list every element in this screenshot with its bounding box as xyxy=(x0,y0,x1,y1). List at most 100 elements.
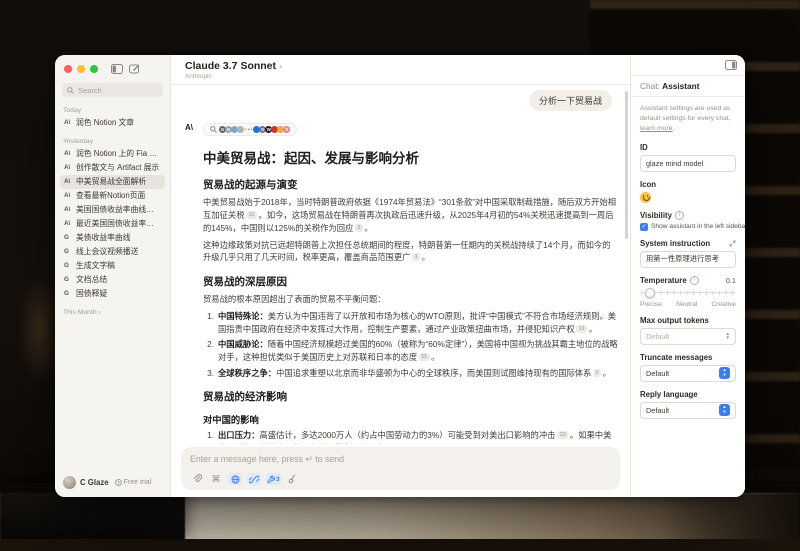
clear-conversation-icon[interactable] xyxy=(286,473,300,485)
visibility-checkbox-row[interactable]: ✓ Show assistant in the left sidebar xyxy=(640,223,736,231)
window-controls xyxy=(55,55,170,74)
list-item-number: 3. xyxy=(203,367,214,380)
account-row[interactable]: C Glaze Free trial xyxy=(55,470,170,497)
select-stepper-icon[interactable]: ▲▼ xyxy=(719,367,730,379)
toggle-sidebar-icon[interactable] xyxy=(111,64,123,74)
model-selector[interactable]: Claude 3.7 Sonnet › xyxy=(185,60,616,72)
settings-description: Assistant settings are used as default s… xyxy=(640,104,736,135)
message-list[interactable]: 分析一下贸易战 A\ GG•••GWft 中美贸易战：起因、发展与影响分析贸易战… xyxy=(171,85,630,444)
panel-header xyxy=(631,55,745,76)
tools-count-badge[interactable]: 3 xyxy=(266,473,281,485)
expand-icon[interactable] xyxy=(729,240,736,247)
assistant-label: Assistant xyxy=(662,81,699,91)
minimize-window-button[interactable] xyxy=(77,65,85,73)
text-run: 贸易战的根本原因超出了表面的贸易不平衡问题： xyxy=(203,294,386,304)
section-heading: 贸易战的经济影响 xyxy=(203,389,618,404)
sidebar-item-label: 润色 Notion 文章 xyxy=(76,118,134,128)
app-window: Search TodayA\润色 Notion 文章YesterdayA\润色 … xyxy=(55,55,745,497)
close-window-button[interactable] xyxy=(64,65,72,73)
max-tokens-value: Default xyxy=(646,332,669,341)
search-icon xyxy=(67,87,74,94)
citation-badge[interactable]: 11 xyxy=(419,353,430,361)
info-icon[interactable]: i xyxy=(690,276,699,285)
citation-badge[interactable]: 11 xyxy=(246,211,257,219)
select-stepper-icon[interactable]: ▲▼ xyxy=(719,404,730,416)
sidebar-item-label: 中美贸易战全面解析 xyxy=(76,177,146,187)
anthropic-icon: A\ xyxy=(64,163,72,173)
info-icon[interactable]: i xyxy=(675,211,684,220)
system-instruction-field[interactable]: 用第一性原理进行思考 xyxy=(640,251,736,268)
toggle-right-panel-icon[interactable] xyxy=(725,60,737,70)
assistant-settings-panel: Chat: Assistant Assistant settings are u… xyxy=(630,55,745,497)
sidebar-item[interactable]: A\查看最新Notion页面 xyxy=(60,189,165,203)
sidebar-item[interactable]: G生成文字稿 xyxy=(60,259,165,273)
text-run: 。 xyxy=(603,368,611,378)
citation-badge[interactable]: 11 xyxy=(576,325,587,333)
assistant-emoji-icon[interactable] xyxy=(640,192,651,203)
bold-lead: 出口压力： xyxy=(218,430,260,440)
text-run: 美方认为中国违背了以开放和市场为核心的WTO原则，批评“中国模式”不符合市场经济… xyxy=(218,311,616,334)
link-toggle-icon[interactable] xyxy=(247,473,261,485)
sidebar-item[interactable]: G 线上会议视频播送 xyxy=(60,245,165,259)
zoom-window-button[interactable] xyxy=(90,65,98,73)
chat-scrollbar[interactable] xyxy=(625,91,628,239)
id-value: glaze mind model xyxy=(646,159,703,168)
sidebar-item[interactable]: A\最近美国国债收益率曲线检... xyxy=(60,217,165,231)
anthropic-icon: A\ xyxy=(64,177,72,187)
g-icon: G xyxy=(64,247,72,257)
sidebar-item[interactable]: A\创作散文与 Artifact 展示 xyxy=(60,161,165,175)
list-item-content: 中国特殊论：美方认为中国违背了以开放和市场为核心的WTO原则，批评“中国模式”不… xyxy=(218,310,618,336)
sidebar-item-label: 美国国债收益率曲线分析 xyxy=(76,205,161,215)
chevron-right-icon: › xyxy=(279,61,282,71)
sidebar-section-label: Yesterday xyxy=(63,138,162,145)
citation-badge[interactable]: 1 xyxy=(412,253,420,261)
citation-badge[interactable]: 1 xyxy=(593,369,601,377)
list-item-content: 出口压力：高盛估计，多达2000万人（约占中国劳动力的3%）可能受到对美出口影响… xyxy=(218,429,618,444)
scroll-to-bottom-arrow[interactable]: ↓ xyxy=(396,431,401,441)
web-search-sources-pill[interactable]: GG•••GWft xyxy=(203,123,297,136)
source-favicon: ft xyxy=(283,126,290,133)
truncate-select[interactable]: Default ▲▼ xyxy=(640,365,736,382)
visibility-checkbox-label: Show assistant in the left sidebar xyxy=(651,223,745,230)
list-item-number: 1. xyxy=(203,429,214,444)
panel-body: Assistant settings are used as default s… xyxy=(631,97,745,426)
max-tokens-field[interactable]: Default ▲▼ xyxy=(640,328,736,345)
sidebar-item[interactable]: G美债收益率曲线 xyxy=(60,231,165,245)
sidebar-item-label: 最近美国国债收益率曲线检... xyxy=(76,219,161,229)
g-icon: G xyxy=(64,289,72,299)
temperature-slider[interactable] xyxy=(641,288,735,298)
reply-language-select[interactable]: Default ▲▼ xyxy=(640,402,736,419)
new-chat-icon[interactable] xyxy=(129,64,140,74)
attachment-icon[interactable] xyxy=(190,473,204,485)
paragraph: 中美贸易战始于2018年，当时特朗普政府依据《1974年贸易法》“301条款”对… xyxy=(203,196,618,235)
citation-badge[interactable]: 2 xyxy=(355,224,363,232)
slider-thumb[interactable] xyxy=(645,288,655,298)
icon-label: Icon xyxy=(640,180,736,189)
cafe-floor xyxy=(0,539,800,551)
command-shortcut-icon[interactable]: ⌘ xyxy=(209,473,223,485)
citation-badge[interactable]: 12 xyxy=(557,431,568,439)
sidebar-item[interactable]: G国债释疑 xyxy=(60,287,165,301)
sidebar-item[interactable]: A\润色 Notion 上的 Fia 文章 xyxy=(60,147,165,161)
scale-precise: Precise xyxy=(640,301,662,308)
section-heading: 对中国的影响 xyxy=(203,412,618,426)
sidebar-toolbar xyxy=(111,64,140,74)
ordered-list: 1. 出口压力：高盛估计，多达2000万人（约占中国劳动力的3%）可能受到对美出口… xyxy=(203,429,618,444)
user-avatar xyxy=(63,476,76,489)
sidebar-item[interactable]: A\ 中美贸易战全面解析 xyxy=(60,175,165,189)
search-input[interactable]: Search xyxy=(62,83,163,97)
sidebar-item-label: 线上会议视频播送 xyxy=(76,247,138,257)
sidebar-item[interactable]: G文档总结 xyxy=(60,273,165,287)
message-input[interactable]: Enter a message here, press ↵ to send xyxy=(190,454,611,465)
checkbox-checked-icon[interactable]: ✓ xyxy=(640,223,648,231)
web-browsing-toggle-icon[interactable] xyxy=(228,473,242,485)
search-placeholder: Search xyxy=(78,86,102,95)
reply-language-value: Default xyxy=(646,406,669,415)
id-field[interactable]: glaze mind model xyxy=(640,155,736,172)
sidebar-item[interactable]: A\润色 Notion 文章 xyxy=(60,116,165,130)
stepper-icon[interactable]: ▲▼ xyxy=(726,332,730,341)
bold-lead: 中国威胁论： xyxy=(218,339,268,349)
bold-lead: 全球秩序之争： xyxy=(218,368,276,378)
learn-more-link[interactable]: learn more xyxy=(640,125,673,132)
sidebar-item[interactable]: A\美国国债收益率曲线分析 xyxy=(60,203,165,217)
